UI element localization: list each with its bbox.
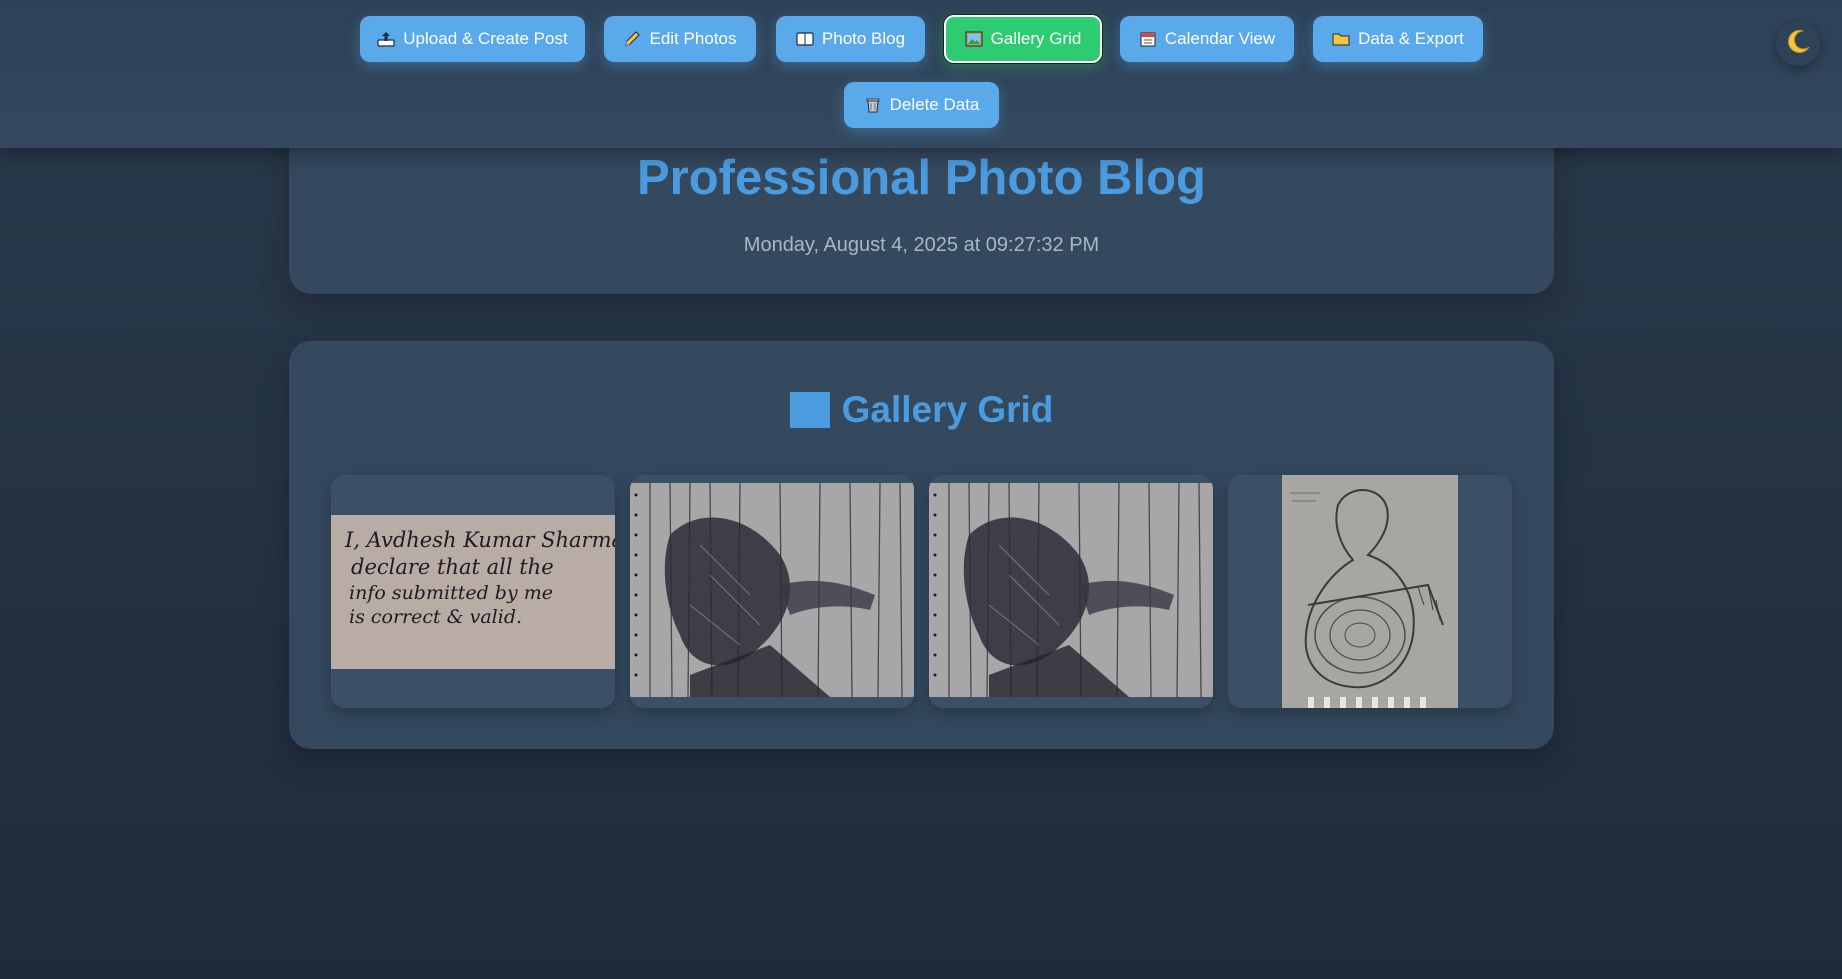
pencil-icon	[624, 31, 642, 47]
nav-label: Delete Data	[889, 95, 980, 114]
page-title: Professional Photo Blog	[637, 151, 1206, 205]
gallery-photo-ink-sketch-1[interactable]	[630, 475, 914, 708]
calendar-icon	[1139, 31, 1157, 47]
gallery-photo-pencil-sketch[interactable]	[1228, 475, 1512, 708]
delete-data-button[interactable]: Delete Data	[844, 82, 999, 128]
nav-label: Edit Photos	[649, 29, 737, 48]
photo-blog-button[interactable]: Photo Blog	[776, 16, 925, 62]
upload-tray-icon	[377, 31, 395, 47]
nav-label: Data & Export	[1358, 29, 1464, 48]
note-line-3: info submitted by me	[349, 582, 553, 604]
crescent-moon-icon	[1783, 27, 1813, 62]
upload-create-post-button[interactable]: Upload & Create Post	[360, 16, 585, 62]
note-line-1: I, Avdhesh Kumar Sharma	[344, 528, 615, 552]
gallery-photo-ink-sketch-2[interactable]	[929, 475, 1213, 708]
gallery-photo-handwritten-note[interactable]: I, Avdhesh Kumar Sharma declare that all…	[331, 475, 615, 708]
edit-photos-button[interactable]: Edit Photos	[604, 16, 756, 62]
current-datetime: Monday, August 4, 2025 at 09:27:32 PM	[743, 234, 1100, 256]
gallery-section: Gallery Grid I, Avdhesh Kumar Sharma dec…	[289, 341, 1554, 749]
gallery-grid-button[interactable]: Gallery Grid	[944, 15, 1102, 63]
data-export-button[interactable]: Data & Export	[1313, 16, 1483, 62]
book-icon	[796, 31, 814, 47]
folder-icon	[1332, 31, 1350, 47]
top-navigation: Upload & Create Post Edit Photos Photo B…	[0, 0, 1842, 148]
gallery-title: Gallery Grid	[841, 389, 1054, 430]
framed-picture-icon	[965, 31, 983, 47]
gallery-heading: Gallery Grid	[289, 389, 1554, 431]
nav-label: Gallery Grid	[990, 29, 1082, 48]
nav-label: Upload & Create Post	[403, 29, 568, 48]
nav-label: Photo Blog	[821, 29, 906, 48]
note-line-2: declare that all the	[351, 555, 554, 579]
wastebasket-icon	[864, 97, 882, 113]
theme-toggle-button[interactable]	[1776, 22, 1820, 66]
note-line-4: is correct & valid.	[349, 606, 522, 628]
calendar-view-button[interactable]: Calendar View	[1120, 16, 1294, 62]
nav-label: Calendar View	[1164, 29, 1276, 48]
blue-square-icon	[789, 392, 830, 428]
